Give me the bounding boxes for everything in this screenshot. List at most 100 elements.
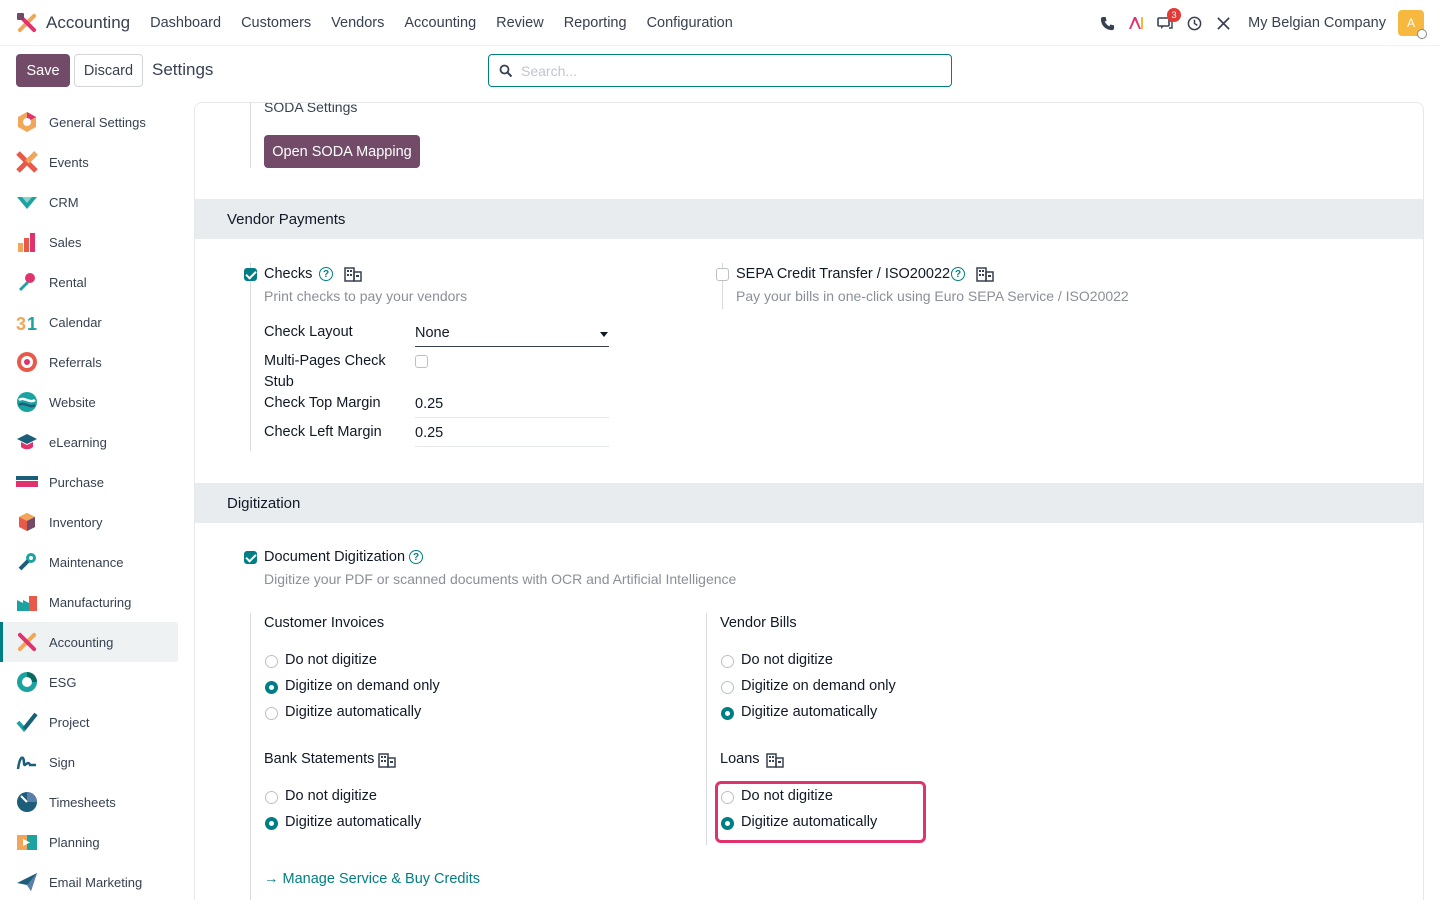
digitization-section-header: Digitization [195, 483, 1423, 523]
bank-statements-radio-automatic[interactable] [265, 817, 278, 830]
tools-icon[interactable] [1210, 10, 1236, 36]
company-building-icon [976, 267, 994, 282]
vendor-bills-radio-on-demand[interactable] [721, 681, 734, 694]
radio-label[interactable]: Digitize on demand only [285, 678, 440, 694]
sidebar-item-referrals[interactable]: Referrals [3, 342, 178, 382]
help-icon[interactable]: ? [409, 550, 423, 564]
manage-service-link-label: Manage Service & Buy Credits [282, 871, 480, 887]
sidebar-item-website[interactable]: Website [3, 382, 178, 422]
sidebar-item-general-settings[interactable]: General Settings [3, 102, 178, 142]
sidebar-item-calendar[interactable]: 31 Calendar [3, 302, 178, 342]
sidebar-item-rental[interactable]: Rental [3, 262, 178, 302]
sales-icon [16, 231, 38, 253]
sidebar-item-label: Accounting [49, 634, 114, 650]
sidebar-item-planning[interactable]: Planning [3, 822, 178, 862]
sidebar-item-timesheets[interactable]: Timesheets [3, 782, 178, 822]
inventory-icon [16, 511, 38, 533]
sidebar-item-events[interactable]: Events [3, 142, 178, 182]
check-top-margin-input[interactable]: 0.25 [415, 396, 443, 412]
sidebar-item-esg[interactable]: ESG [3, 662, 178, 702]
document-digitization-checkbox[interactable] [244, 551, 257, 564]
settings-sidebar: General Settings Events CRM Sales Rental… [0, 102, 194, 900]
sidebar-item-label: Email Marketing [49, 874, 143, 890]
menu-customers[interactable]: Customers [241, 15, 311, 31]
brand[interactable]: Accounting [16, 12, 150, 34]
menu-accounting[interactable]: Accounting [404, 15, 476, 31]
sidebar-item-maintenance[interactable]: Maintenance [3, 542, 178, 582]
check-left-margin-label: Check Left Margin [264, 424, 382, 440]
document-digitization-label[interactable]: Document Digitization [264, 549, 405, 565]
menu-review[interactable]: Review [496, 15, 544, 31]
app-title[interactable]: Accounting [46, 13, 130, 33]
company-building-icon [344, 267, 362, 282]
multi-pages-checkbox[interactable] [415, 355, 428, 368]
messages-icon[interactable]: 3 [1152, 8, 1182, 36]
svg-text:1: 1 [27, 314, 37, 333]
messages-badge: 3 [1167, 8, 1182, 22]
radio-label[interactable]: Do not digitize [285, 652, 377, 668]
sidebar-item-email-marketing[interactable]: Email Marketing [3, 862, 178, 900]
search-box[interactable] [488, 54, 952, 87]
radio-label[interactable]: Digitize automatically [741, 704, 877, 720]
ai-icon[interactable] [1123, 10, 1149, 36]
open-soda-mapping-button[interactable]: Open SODA Mapping [264, 135, 420, 168]
checks-checkbox[interactable] [244, 268, 257, 281]
help-icon[interactable]: ? [319, 267, 333, 281]
sidebar-item-inventory[interactable]: Inventory [3, 502, 178, 542]
checks-description: Print checks to pay your vendors [264, 288, 468, 304]
menu-dashboard[interactable]: Dashboard [150, 15, 221, 31]
menu-vendors[interactable]: Vendors [331, 15, 384, 31]
general-settings-icon [16, 111, 38, 133]
sidebar-item-manufacturing[interactable]: Manufacturing [3, 582, 178, 622]
check-left-margin-input[interactable]: 0.25 [415, 425, 443, 441]
sidebar-item-elearning[interactable]: eLearning [3, 422, 178, 462]
chevron-down-icon[interactable] [600, 332, 608, 337]
sidebar-item-sign[interactable]: Sign [3, 742, 178, 782]
menu-configuration[interactable]: Configuration [647, 15, 733, 31]
radio-label[interactable]: Do not digitize [285, 788, 377, 804]
sepa-description: Pay your bills in one-click using Euro S… [736, 288, 1129, 304]
clock-icon[interactable] [1181, 10, 1207, 36]
vendor-bills-radio-do-not[interactable] [721, 655, 734, 668]
sidebar-item-purchase[interactable]: Purchase [3, 462, 178, 502]
customer-invoices-radio-do-not[interactable] [265, 655, 278, 668]
manufacturing-icon [16, 591, 38, 613]
check-layout-select[interactable]: None [415, 325, 450, 341]
search-input[interactable] [521, 62, 921, 79]
checks-label[interactable]: Checks [264, 266, 312, 282]
radio-label[interactable]: Digitize automatically [285, 704, 421, 720]
esg-icon [16, 671, 38, 693]
sidebar-item-label: Referrals [49, 354, 102, 370]
help-icon[interactable]: ? [951, 267, 965, 281]
sidebar-item-accounting[interactable]: Accounting [0, 622, 178, 662]
save-button[interactable]: Save [16, 54, 70, 87]
sidebar-item-label: Maintenance [49, 554, 124, 570]
vendor-bills-radio-automatic[interactable] [721, 707, 734, 720]
accounting-app-icon[interactable] [16, 12, 38, 34]
radio-label[interactable]: Digitize on demand only [741, 678, 896, 694]
events-icon [16, 151, 38, 173]
radio-label[interactable]: Do not digitize [741, 652, 833, 668]
sidebar-item-label: Sales [49, 234, 82, 250]
sidebar-item-sales[interactable]: Sales [3, 222, 178, 262]
radio-label[interactable]: Digitize automatically [285, 814, 421, 830]
sidebar-item-label: Rental [49, 274, 87, 290]
company-building-icon [766, 753, 784, 768]
phone-icon[interactable] [1094, 10, 1120, 36]
user-avatar[interactable]: A [1398, 10, 1427, 39]
discard-button[interactable]: Discard [74, 54, 143, 87]
company-switcher[interactable]: My Belgian Company [1248, 15, 1386, 31]
bank-statements-radio-do-not[interactable] [265, 791, 278, 804]
sepa-checkbox[interactable] [716, 268, 729, 281]
select-underline [415, 346, 609, 347]
status-dot-icon [1417, 29, 1427, 39]
customer-invoices-radio-automatic[interactable] [265, 707, 278, 720]
maintenance-icon [16, 551, 38, 573]
manage-service-link[interactable]: → Manage Service & Buy Credits [264, 871, 480, 887]
sidebar-item-crm[interactable]: CRM [3, 182, 178, 222]
sidebar-item-project[interactable]: Project [3, 702, 178, 742]
input-underline [415, 446, 609, 447]
customer-invoices-radio-on-demand[interactable] [265, 681, 278, 694]
menu-reporting[interactable]: Reporting [564, 15, 627, 31]
sepa-label[interactable]: SEPA Credit Transfer / ISO20022 [736, 266, 950, 282]
